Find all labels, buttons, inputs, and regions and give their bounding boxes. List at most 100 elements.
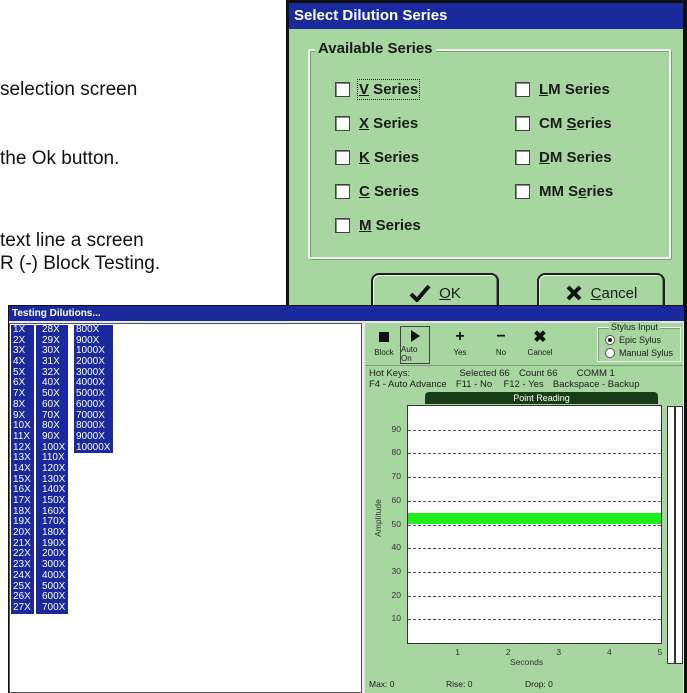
manual-sylus-label: Manual Sylus (619, 348, 674, 358)
series-x-checkbox[interactable]: X Series (335, 115, 418, 132)
series-dm-checkbox[interactable]: DM Series (515, 149, 612, 166)
doc-text-line-2: the Ok button. (0, 148, 120, 169)
series-m-checkbox-label: M Series (359, 217, 421, 234)
point-reading-chart: Point Reading 10 20 30 40 50 60 70 80 90 1 2 3 4 5 A… (367, 391, 671, 679)
dialog-title: Select Dilution Series (289, 3, 683, 29)
auto-on-label: Auto On (401, 345, 418, 363)
dilution-item[interactable]: 700X (42, 602, 65, 614)
epic-sylus-radio[interactable]: Epic Sylus (605, 335, 661, 345)
y-tick-label: 60 (391, 494, 401, 505)
gridline (408, 429, 661, 431)
checkbox-icon[interactable] (335, 150, 350, 165)
level-meter-left (667, 406, 675, 664)
series-cm-checkbox[interactable]: CM Series (515, 115, 612, 132)
y-tick-label: 20 (391, 589, 401, 600)
series-x-checkbox-label: X Series (359, 115, 419, 132)
hot-keys-panel: Hot Keys: Selected 66 Count 66 COMM 1 F4… (369, 368, 640, 390)
block-label: Block (374, 348, 394, 357)
selected-count: Selected 66 (459, 368, 510, 379)
dilution-column-3[interactable]: 800X 900X 1000X 2000X 3000X 4000X 5000X 6000X 70… (74, 324, 114, 454)
dilution-column-2[interactable]: 28X 29X 30X 31X 32X 40X 50X 60X 70X 80X 90X 100X 110… (36, 324, 69, 614)
y-tick-label: 90 (391, 423, 401, 434)
dilution-column-1[interactable]: 1X 2X 3X 4X 5X 6X 7X 8X 9X 10X 11X 12X 13X 14X 15X 16X 1… (11, 324, 34, 614)
dilution-item[interactable]: 9000X (76, 431, 110, 443)
x-tick-label: 4 (607, 647, 612, 657)
series-v-checkbox-label: V Series (356, 79, 421, 100)
series-k-checkbox[interactable]: K Series (335, 149, 419, 166)
y-tick-label: 10 (391, 613, 401, 624)
dilution-item[interactable]: 60X (42, 399, 65, 411)
dialog-body: Available Series OK Cancel V Series X Ser… (289, 29, 683, 320)
gridline (408, 571, 661, 573)
block-button[interactable]: Block (369, 326, 399, 364)
testing-window-body: 1X 2X 3X 4X 5X 6X 7X 8X 9X 10X 11X 12X 13X 14X 15X 16X 1… (9, 321, 684, 693)
x-tick-label: 2 (505, 647, 511, 657)
minus-icon: − (496, 328, 506, 345)
hot-keys-label: Hot Keys: (369, 368, 411, 379)
checkmark-icon (409, 284, 431, 302)
dilution-item[interactable]: 24X (13, 570, 31, 582)
rise-readout: Rise: 0 (446, 679, 473, 689)
series-m-checkbox[interactable]: M Series (335, 217, 421, 234)
epic-sylus-label: Epic Sylus (619, 335, 662, 345)
dilution-item[interactable]: 8X (13, 399, 31, 411)
play-icon (410, 327, 420, 345)
testing-window-title: Testing Dilutions... (9, 306, 684, 321)
gridline (408, 548, 661, 550)
series-lm-checkbox-label: LM Series (539, 81, 610, 98)
series-mm-checkbox[interactable]: MM Series (515, 183, 613, 200)
series-c-checkbox[interactable]: C Series (335, 183, 419, 200)
stylus-input-label: Stylus Input (609, 322, 661, 332)
y-tick-label: 50 (391, 518, 401, 529)
doc-text-line-3: text line a screen (0, 230, 144, 251)
y-axis-title: Amplitude (372, 499, 383, 537)
gridline (408, 595, 661, 597)
checkbox-icon[interactable] (515, 150, 530, 165)
gridline (408, 524, 661, 526)
series-dm-checkbox-label: DM Series (539, 149, 612, 166)
no-button[interactable]: − No (486, 326, 516, 364)
stop-square-icon (379, 326, 389, 348)
no-label: No (495, 348, 507, 357)
x-axis-title: Seconds (510, 657, 544, 667)
comm-port: COMM 1 (576, 368, 615, 379)
y-tick-label: 80 (391, 447, 401, 458)
testing-control-pane: Block Auto On + Yes − No ✖ Cancel Stylus… (365, 322, 683, 693)
cancel-test-button[interactable]: ✖ Cancel (525, 326, 555, 364)
series-k-checkbox-label: K Series (359, 149, 420, 166)
dilution-item[interactable]: 11X (13, 431, 31, 443)
dilution-item[interactable]: 400X (42, 570, 65, 582)
dilution-item[interactable]: 90X (42, 431, 65, 443)
drop-readout: Drop: 0 (525, 679, 553, 689)
dilution-item[interactable]: 10000X (76, 442, 110, 454)
f4-hotkey: F4 - Auto Advance (369, 379, 447, 390)
select-dilution-series-dialog: Select Dilution Series Available Series … (286, 0, 687, 326)
checkbox-icon[interactable] (335, 218, 350, 233)
dilution-item[interactable]: 27X (13, 602, 31, 614)
cancel-test-label: Cancel (527, 348, 553, 357)
yes-button[interactable]: + Yes (445, 326, 475, 364)
max-readout: Max: 0 (369, 679, 395, 689)
doc-text-line-1: selection screen (0, 79, 138, 100)
checkbox-icon[interactable] (335, 82, 350, 97)
radio-selected-icon (605, 335, 615, 345)
doc-text-line-4: R (-) Block Testing. (0, 253, 161, 274)
checkbox-icon[interactable] (515, 82, 530, 97)
y-tick-label: 30 (391, 565, 401, 576)
series-v-checkbox[interactable]: V Series (335, 79, 421, 100)
dilution-list-pane[interactable]: 1X 2X 3X 4X 5X 6X 7X 8X 9X 10X 11X 12X 13X 14X 15X 16X 1… (9, 323, 362, 693)
series-cm-checkbox-label: CM Series (539, 115, 612, 132)
f11-hotkey: F11 - No (455, 379, 493, 390)
checkbox-icon[interactable] (335, 116, 350, 131)
checkbox-icon[interactable] (515, 184, 530, 199)
dilution-item[interactable]: 6000X (76, 399, 110, 411)
checkbox-icon[interactable] (335, 184, 350, 199)
auto-on-button[interactable]: Auto On (400, 326, 430, 364)
y-tick-label: 70 (391, 471, 401, 482)
series-lm-checkbox[interactable]: LM Series (515, 81, 610, 98)
checkbox-icon[interactable] (515, 116, 530, 131)
manual-sylus-radio[interactable]: Manual Sylus (605, 348, 673, 358)
f12-hotkey: F12 - Yes (503, 379, 544, 390)
testing-toolbar: Block Auto On + Yes − No ✖ Cancel Stylus… (365, 322, 683, 366)
x-tick-label: 3 (556, 647, 562, 657)
